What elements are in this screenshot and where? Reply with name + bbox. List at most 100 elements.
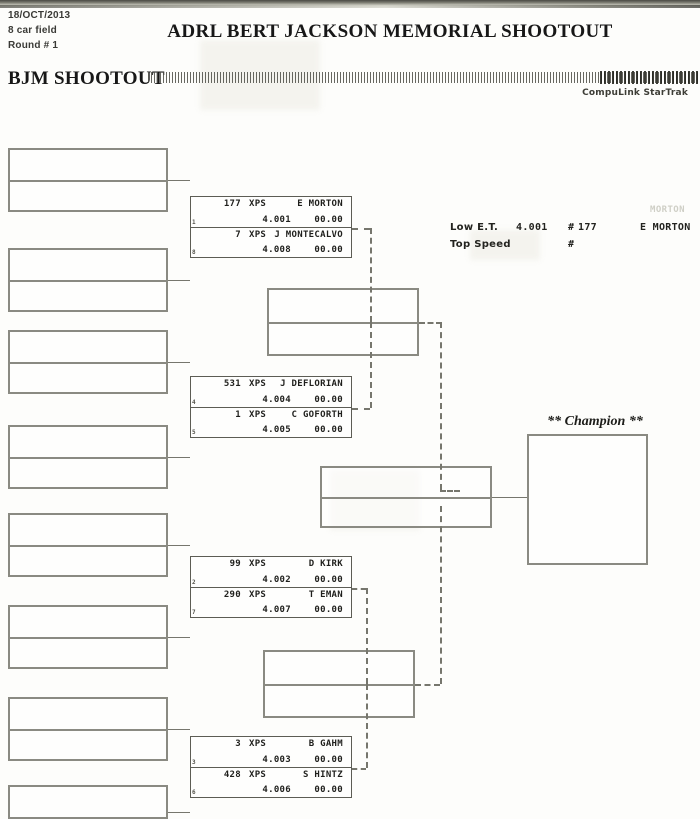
round1-empty-slot-3[interactable]	[8, 330, 168, 394]
round1-empty-slot-5[interactable]	[8, 513, 168, 577]
matchup-entry-bottom[interactable]: 6 428 XPS S HINTZ 4.006 00.00	[191, 767, 351, 797]
connector-qf3-down	[366, 588, 368, 684]
round1-empty-slot-2[interactable]	[8, 248, 168, 312]
connector-qf2-up	[370, 322, 372, 408]
entry-header-row: 428 XPS S HINTZ	[191, 769, 347, 782]
car-number: 99	[229, 559, 241, 569]
car-class: XPS	[249, 590, 267, 600]
round1-empty-slot-7[interactable]	[8, 697, 168, 761]
connector-left-4	[168, 457, 190, 458]
elapsed-time: 4.002	[262, 575, 291, 585]
champion-slot[interactable]	[527, 434, 648, 565]
speed-mph: 00.00	[314, 605, 343, 615]
connector-final-in-top	[440, 490, 460, 492]
entry-header-row: 531 XPS J DEFLORIAN	[191, 378, 347, 391]
matchup-qf-2[interactable]: 4 531 XPS J DEFLORIAN 4.004 00.00 5 1 XP…	[190, 376, 352, 438]
entry-header-row: 177 XPS E MORTON	[191, 198, 347, 211]
speed-mph: 00.00	[314, 395, 343, 405]
scan-ghost-text: MORTON	[650, 205, 685, 215]
driver-name: S HINTZ	[302, 770, 343, 780]
driver-name: C GOFORTH	[291, 410, 343, 420]
car-class: XPS	[249, 559, 267, 569]
matchup-qf-1[interactable]: 1 177 XPS E MORTON 4.001 00.00 8 7 XPS J…	[190, 196, 352, 258]
connector-qf3-out	[352, 588, 366, 590]
matchup-entry-bottom[interactable]: 7 290 XPS T EMAN 4.007 00.00	[191, 587, 351, 617]
car-number: 3	[235, 739, 241, 749]
connector-sf-top-down	[440, 322, 442, 490]
round1-empty-slot-1[interactable]	[8, 148, 168, 212]
entry-result-row: 4.007 00.00	[191, 604, 347, 617]
slot-divider	[10, 729, 166, 731]
car-field-label: 8 car field	[8, 25, 57, 36]
slot-divider	[10, 362, 166, 364]
entry-header-row: 290 XPS T EMAN	[191, 589, 347, 602]
elapsed-time: 4.004	[262, 395, 291, 405]
speed-mph: 00.00	[314, 215, 343, 225]
driver-name: T EMAN	[308, 590, 343, 600]
car-class: XPS	[249, 739, 267, 749]
car-number: 1	[235, 410, 241, 420]
semifinal-slot-bottom[interactable]	[263, 650, 415, 718]
car-class: XPS	[249, 199, 267, 209]
entry-header-row: 99 XPS D KIRK	[191, 558, 347, 571]
driver-name: E MORTON	[297, 199, 343, 209]
matchup-qf-4[interactable]: 3 3 XPS B GAHM 4.003 00.00 6 428 XPS S H…	[190, 736, 352, 798]
connector-qf2-out	[352, 408, 370, 410]
entry-result-row: 4.008 00.00	[191, 244, 347, 257]
elapsed-time: 4.006	[262, 785, 291, 795]
car-class: XPS	[249, 410, 267, 420]
matchup-entry-top[interactable]: 4 531 XPS J DEFLORIAN 4.004 00.00	[191, 377, 351, 407]
round1-empty-slot-8[interactable]	[8, 785, 168, 819]
slot-divider	[322, 497, 490, 499]
connector-left-6	[168, 637, 190, 638]
matchup-entry-bottom[interactable]: 5 1 XPS C GOFORTH 4.005 00.00	[191, 407, 351, 437]
low-et-label: Low E.T.	[450, 222, 499, 233]
entry-result-row: 4.005 00.00	[191, 424, 347, 437]
car-number: 531	[223, 379, 241, 389]
vendor-branding: CompuLink StarTrak	[582, 88, 688, 98]
connector-qf4-out	[352, 768, 366, 770]
car-class: XPS	[249, 230, 267, 240]
round-label: Round # 1	[8, 40, 59, 51]
speed-mph: 00.00	[314, 785, 343, 795]
scan-edge-artifact-secondary	[0, 5, 700, 8]
slot-divider	[265, 684, 413, 686]
driver-name: J MONTECALVO	[274, 230, 343, 240]
connector-qf1-out	[352, 228, 370, 230]
speed-mph: 00.00	[314, 755, 343, 765]
low-et-car-marker: #	[568, 222, 575, 233]
car-number: 290	[223, 590, 241, 600]
round1-empty-slot-4[interactable]	[8, 425, 168, 489]
entry-result-row: 4.006 00.00	[191, 784, 347, 797]
slot-divider	[10, 545, 166, 547]
connector-left-2	[168, 280, 190, 281]
entry-header-row: 7 XPS J MONTECALVO	[191, 229, 347, 242]
matchup-entry-top[interactable]: 1 177 XPS E MORTON 4.001 00.00	[191, 197, 351, 227]
elapsed-time: 4.003	[262, 755, 291, 765]
matchup-qf-3[interactable]: 2 99 XPS D KIRK 4.002 00.00 7 290 XPS T …	[190, 556, 352, 618]
connector-sf-bottom-out	[415, 684, 440, 686]
top-speed-label: Top Speed	[450, 239, 511, 250]
driver-name: J DEFLORIAN	[280, 379, 343, 389]
matchup-entry-top[interactable]: 2 99 XPS D KIRK 4.002 00.00	[191, 557, 351, 587]
connector-left-1	[168, 180, 190, 181]
entry-result-row: 4.004 00.00	[191, 394, 347, 407]
driver-name: D KIRK	[308, 559, 343, 569]
speed-mph: 00.00	[314, 575, 343, 585]
low-et-driver: E MORTON	[640, 222, 691, 233]
low-et-car-number: 177	[578, 222, 597, 233]
champion-label: ** Champion **	[547, 414, 643, 429]
connector-left-3	[168, 362, 190, 363]
semifinal-slot-top[interactable]	[267, 288, 419, 356]
sheet-date: 18/OCT/2013	[8, 10, 71, 21]
matchup-entry-bottom[interactable]: 8 7 XPS J MONTECALVO 4.008 00.00	[191, 227, 351, 257]
matchup-entry-top[interactable]: 3 3 XPS B GAHM 4.003 00.00	[191, 737, 351, 767]
car-number: 177	[223, 199, 241, 209]
entry-result-row: 4.003 00.00	[191, 754, 347, 767]
connector-left-7	[168, 729, 190, 730]
final-slot[interactable]	[320, 466, 492, 528]
car-number: 428	[223, 770, 241, 780]
round1-empty-slot-6[interactable]	[8, 605, 168, 669]
elapsed-time: 4.001	[262, 215, 291, 225]
speed-mph: 00.00	[314, 245, 343, 255]
